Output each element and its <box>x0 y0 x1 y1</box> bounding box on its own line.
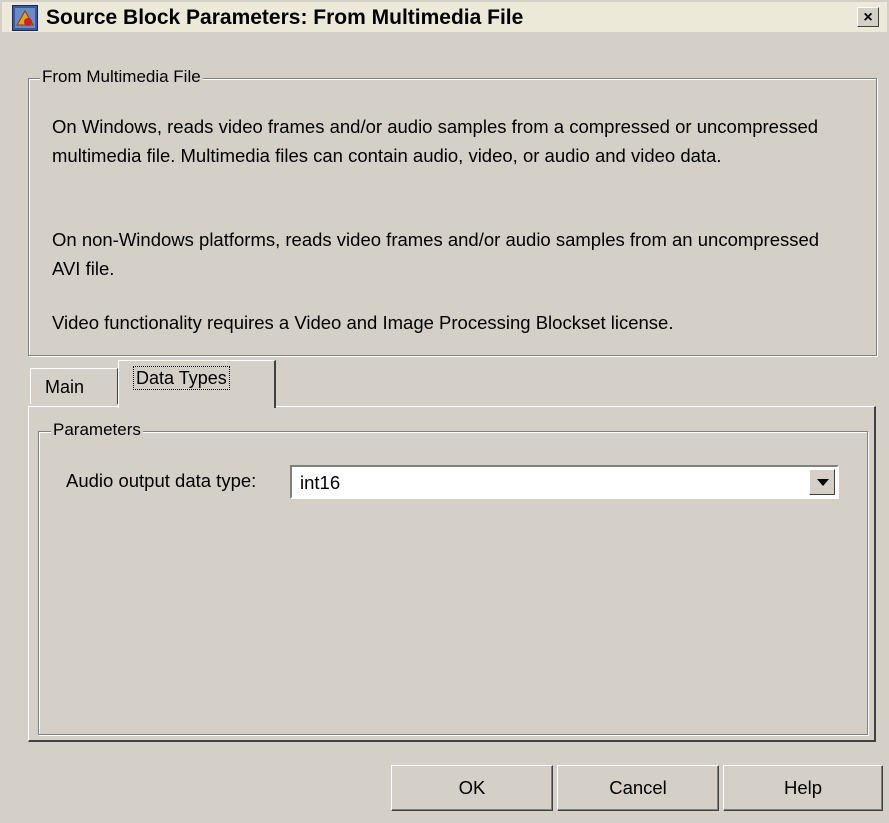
ok-button-label: OK <box>458 777 486 798</box>
audio-output-data-type-value: int16 <box>300 472 341 493</box>
window-title: Source Block Parameters: From Multimedia… <box>46 6 524 29</box>
simulink-block-icon <box>12 5 38 31</box>
cancel-button[interactable]: Cancel <box>557 765 719 811</box>
tab-main-label: Main <box>45 377 85 397</box>
help-button[interactable]: Help <box>723 765 883 811</box>
tab-data-types-label: Data Types <box>133 366 230 390</box>
help-button-label: Help <box>783 777 823 798</box>
description-paragraph-1: On Windows, reads video frames and/or au… <box>52 116 819 166</box>
parameters-group-title: Parameters <box>51 420 143 440</box>
description-group-title: From Multimedia File <box>40 67 203 87</box>
cancel-button-label: Cancel <box>609 777 667 798</box>
description-paragraph-3: Video functionality requires a Video and… <box>52 312 674 333</box>
title-bar[interactable]: Source Block Parameters: From Multimedia… <box>2 2 887 32</box>
dropdown-button[interactable] <box>809 469 835 495</box>
audio-output-data-type-select[interactable]: int16 <box>290 465 839 499</box>
ok-button[interactable]: OK <box>391 765 553 811</box>
description-paragraph-2: On non-Windows platforms, reads video fr… <box>52 229 820 279</box>
audio-output-data-type-label: Audio output data type: <box>66 470 257 491</box>
close-icon: × <box>863 9 873 26</box>
close-button[interactable]: × <box>857 7 879 27</box>
dialog-window: Source Block Parameters: From Multimedia… <box>0 0 889 823</box>
tab-data-types[interactable]: Data Types <box>118 360 276 408</box>
tab-main[interactable]: Main <box>30 368 118 404</box>
chevron-down-icon <box>817 479 829 486</box>
